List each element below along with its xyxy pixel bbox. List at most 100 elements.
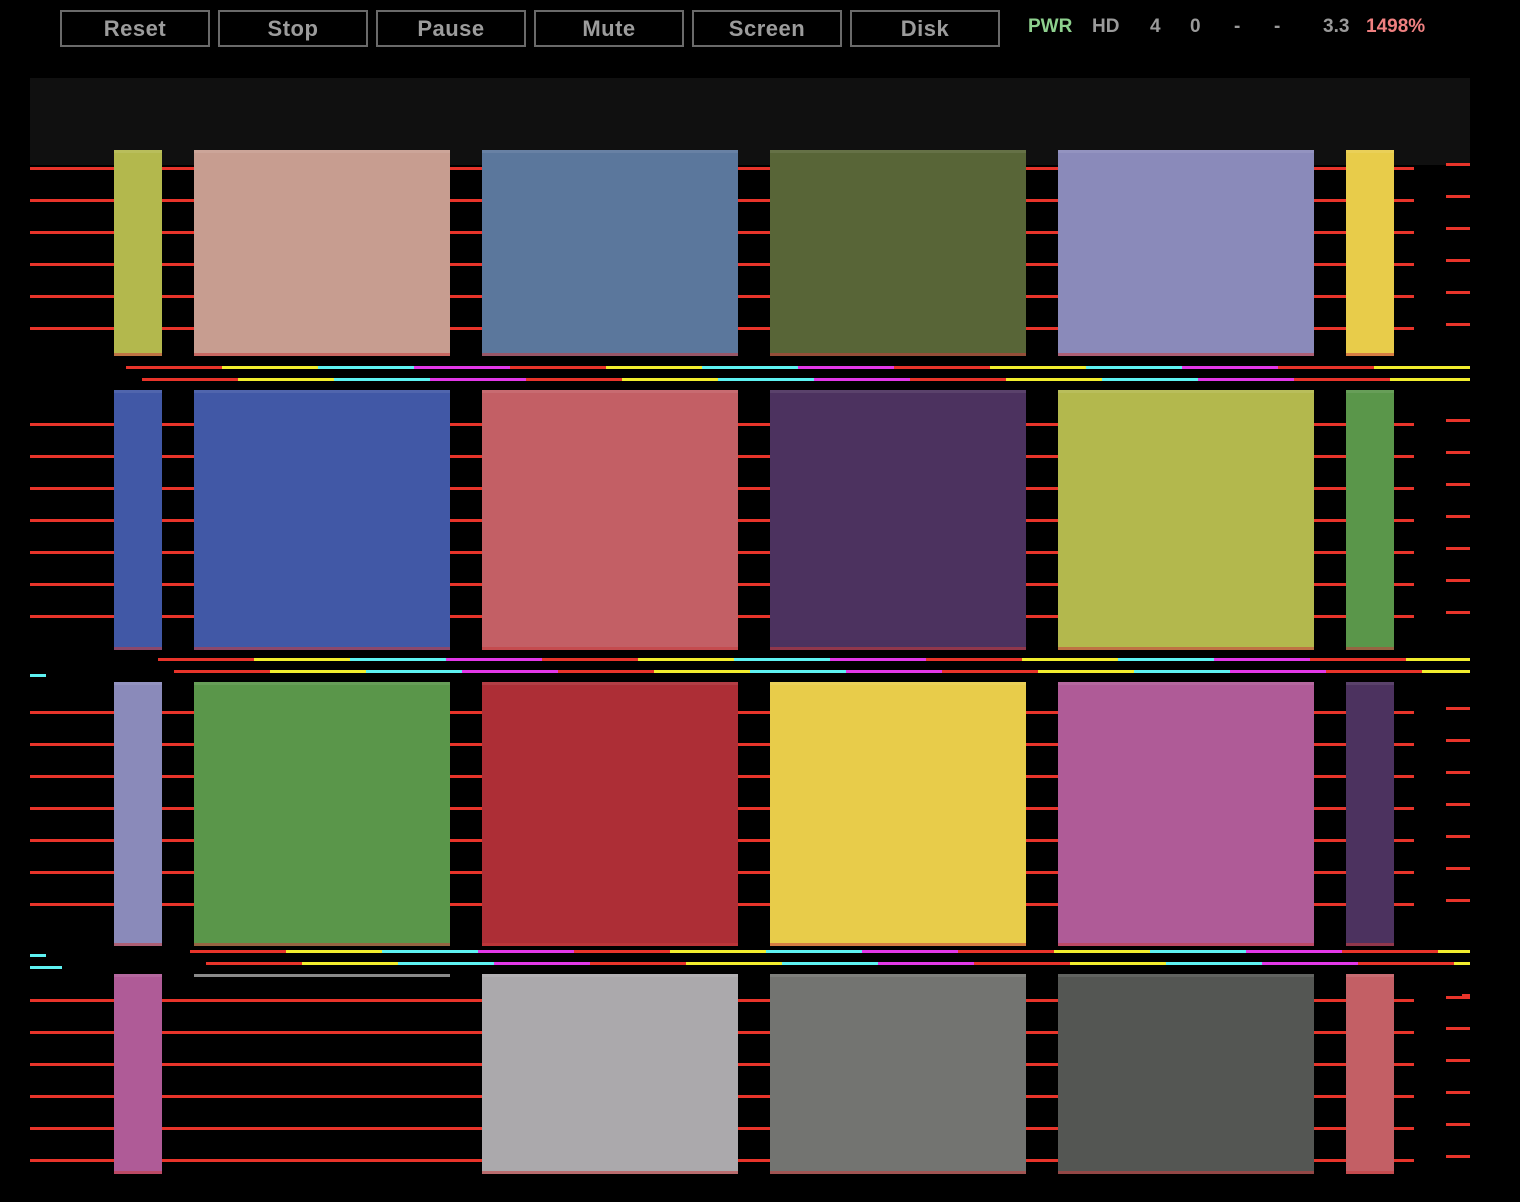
stripe-segment xyxy=(206,962,302,965)
stripe-segment xyxy=(302,962,398,965)
stripe-segment xyxy=(718,378,814,381)
stripe-segment xyxy=(1374,366,1470,369)
color-block xyxy=(482,682,738,946)
stripe-segment xyxy=(1422,670,1470,673)
scan-line-right xyxy=(1446,867,1470,870)
color-block xyxy=(1058,150,1314,356)
stripe-segment xyxy=(1278,366,1374,369)
speed-readout: 1498% xyxy=(1366,16,1426,37)
stripe-segment xyxy=(1070,962,1166,965)
stripe-segment xyxy=(254,658,350,661)
emulator-screen[interactable] xyxy=(30,78,1470,1180)
scan-line-right xyxy=(1446,1123,1470,1126)
stripe-segment xyxy=(766,950,862,953)
edge-mark xyxy=(1462,994,1470,997)
stripe-segment xyxy=(638,658,734,661)
stripe-segment xyxy=(1246,950,1342,953)
stripe-segment xyxy=(430,378,526,381)
color-block xyxy=(770,974,1026,1174)
color-block xyxy=(114,390,162,650)
stripe-segment xyxy=(750,670,846,673)
stripe-segment xyxy=(990,366,1086,369)
stripe-segment xyxy=(1102,378,1198,381)
stripe-segment xyxy=(1006,378,1102,381)
stripe-segment xyxy=(158,658,254,661)
pause-button[interactable]: Pause xyxy=(376,10,526,47)
stripe-segment xyxy=(350,658,446,661)
stripe-segment xyxy=(1342,950,1438,953)
stripe-segment xyxy=(798,366,894,369)
color-block xyxy=(1346,390,1394,650)
stripe-segment xyxy=(414,366,510,369)
reset-button[interactable]: Reset xyxy=(60,10,210,47)
scan-line-right xyxy=(1446,451,1470,454)
scan-line-right xyxy=(1446,611,1470,614)
stripe-segment xyxy=(1166,962,1262,965)
color-block xyxy=(114,150,162,356)
stripe-segment xyxy=(1198,378,1294,381)
stripe-segment xyxy=(558,670,654,673)
block-edge xyxy=(194,974,450,977)
voltage-readout: 3.3 xyxy=(1323,16,1350,37)
color-block xyxy=(114,974,162,1174)
stripe-segment xyxy=(942,670,1038,673)
color-block xyxy=(482,150,738,356)
color-block xyxy=(194,150,450,356)
stripe-segment xyxy=(542,658,638,661)
stripe-segment xyxy=(1310,658,1406,661)
stripe-segment xyxy=(1134,670,1230,673)
stripe-segment xyxy=(574,950,670,953)
stripe-segment xyxy=(1230,670,1326,673)
stripe-segment xyxy=(1326,670,1422,673)
status-value-1: 4 xyxy=(1150,16,1161,37)
stop-button[interactable]: Stop xyxy=(218,10,368,47)
stripe-segment xyxy=(494,962,590,965)
scan-line-right xyxy=(1446,163,1470,166)
stripe-segment xyxy=(1406,658,1470,661)
stripe-segment xyxy=(958,950,1054,953)
stripe-segment xyxy=(622,378,718,381)
color-block xyxy=(482,974,738,1174)
stripe-segment xyxy=(1294,378,1390,381)
stripe-segment xyxy=(526,378,622,381)
stripe-segment xyxy=(590,962,686,965)
stripe-segment xyxy=(462,670,558,673)
stripe-segment xyxy=(878,962,974,965)
scan-line-right xyxy=(1446,515,1470,518)
stripe-segment xyxy=(478,950,574,953)
scan-line-right xyxy=(1446,579,1470,582)
color-block xyxy=(770,390,1026,650)
scan-line-right xyxy=(1446,419,1470,422)
stripe-segment xyxy=(814,378,910,381)
stripe-segment xyxy=(862,950,958,953)
mute-button[interactable]: Mute xyxy=(534,10,684,47)
color-block xyxy=(482,390,738,650)
stripe-segment xyxy=(1358,962,1454,965)
stripe-segment xyxy=(1390,378,1470,381)
stripe-segment xyxy=(1054,950,1150,953)
disk-button[interactable]: Disk xyxy=(850,10,1000,47)
stripe-segment xyxy=(238,378,334,381)
stripe-segment xyxy=(910,378,1006,381)
stripe-segment xyxy=(398,962,494,965)
stripe-segment xyxy=(734,658,830,661)
color-block xyxy=(194,682,450,946)
color-block xyxy=(1346,150,1394,356)
stripe-segment xyxy=(606,366,702,369)
stripe-segment xyxy=(686,962,782,965)
stripe-segment xyxy=(782,962,878,965)
stripe-segment xyxy=(974,962,1070,965)
status-value-4: - xyxy=(1274,16,1281,37)
edge-mark xyxy=(30,674,46,677)
color-block xyxy=(114,682,162,946)
status-value-3: - xyxy=(1234,16,1241,37)
stripe-segment xyxy=(190,950,286,953)
screen-button[interactable]: Screen xyxy=(692,10,842,47)
stripe-segment xyxy=(1454,962,1470,965)
color-block xyxy=(770,682,1026,946)
stripe-segment xyxy=(846,670,942,673)
status-value-2: 0 xyxy=(1190,16,1201,37)
scan-line-right xyxy=(1446,227,1470,230)
stripe-segment xyxy=(318,366,414,369)
scan-line-right xyxy=(1446,1059,1470,1062)
